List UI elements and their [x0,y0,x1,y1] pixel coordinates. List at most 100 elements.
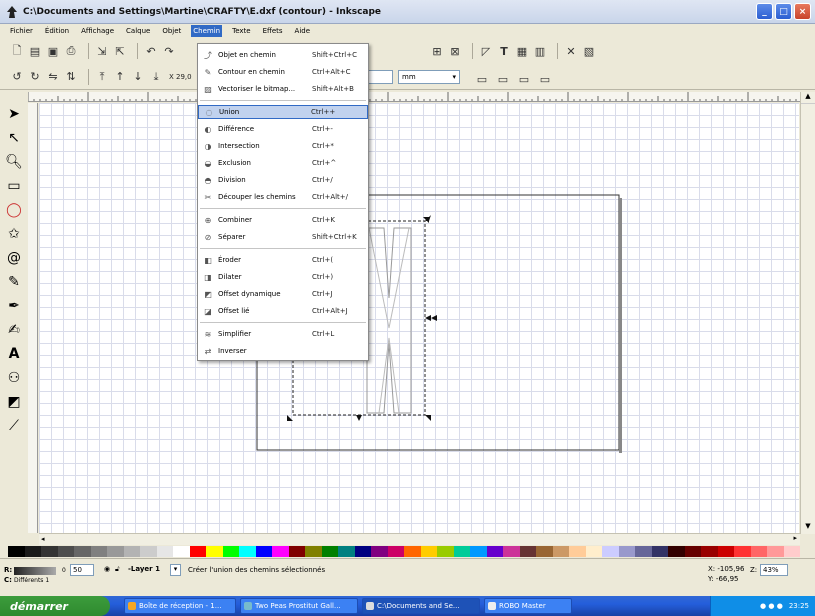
task-browser[interactable]: Two Peas Prostitut Gall... [240,598,358,614]
undo-icon[interactable]: ↶ [144,44,158,58]
chemin-menu-item[interactable]: ≋ Simplifier Ctrl+L [198,327,368,341]
palette-swatch[interactable] [189,546,206,557]
close-button[interactable]: × [794,3,811,20]
task-inkscape[interactable]: C:\Documents and Se... [362,598,480,614]
palette-swatch[interactable] [503,546,520,557]
flip-h-icon[interactable]: ⇋ [46,70,60,84]
palette-swatch[interactable] [107,546,124,557]
palette-swatch[interactable] [173,546,190,557]
menu-aide[interactable]: Aide [293,25,312,37]
menu-chemin[interactable]: Chemin [191,24,223,37]
current-layer[interactable]: -Layer 1 [128,565,160,573]
chemin-menu-item[interactable]: ◨ Dilater Ctrl+) [198,270,368,284]
palette-swatch[interactable] [371,546,388,557]
raise-icon[interactable]: ↑ [113,70,127,84]
chemin-menu-item[interactable]: ◧ Éroder Ctrl+( [198,253,368,267]
palette-swatch[interactable] [668,546,685,557]
pencil-tool-icon[interactable]: ✎ [4,272,24,292]
palette-swatch[interactable] [288,546,305,557]
palette-swatch[interactable] [684,546,701,557]
raise-to-top-icon[interactable]: ⤒ [95,70,109,84]
palette-swatch[interactable] [57,546,74,557]
chemin-menu-item[interactable]: ◩ Offset dynamique Ctrl+J [198,287,368,301]
palette-swatch[interactable] [222,546,239,557]
scale-corners-icon[interactable]: ▭ [496,72,510,86]
chemin-menu-item[interactable]: ⊕ Combiner Ctrl+K [198,213,368,227]
task-outlook[interactable]: Boîte de réception - 1... [124,598,236,614]
stroke-indicator[interactable]: Différents 1 [14,577,49,584]
palette-swatch[interactable] [585,546,602,557]
task-robo-master[interactable]: ROBO Master [484,598,572,614]
layer-lock-icon[interactable]: 🔓︎ [115,565,120,574]
palette-swatch[interactable] [453,546,470,557]
palette-swatch[interactable] [437,546,454,557]
document-properties-icon[interactable]: ▧ [582,44,596,58]
new-document-icon[interactable]: 🗋 [10,44,24,58]
palette-swatch[interactable] [635,546,652,557]
star-tool-icon[interactable]: ✩ [4,224,24,244]
palette-swatch[interactable] [486,546,503,557]
palette-swatch[interactable] [140,546,157,557]
opacity-field[interactable]: 50 [70,564,94,576]
pen-tool-icon[interactable]: ✒ [4,296,24,316]
selector-tool-icon[interactable]: ➤ [4,104,24,124]
redo-icon[interactable]: ↷ [162,44,176,58]
menu-objet[interactable]: Objet [160,25,183,37]
palette-swatch[interactable] [24,546,41,557]
open-icon[interactable]: ▤ [28,44,42,58]
text-tool-icon[interactable]: A [4,344,24,364]
chemin-menu-item[interactable]: ◪ Offset lié Ctrl+Alt+J [198,304,368,318]
palette-swatch[interactable] [701,546,718,557]
palette-swatch[interactable] [8,546,25,557]
drawing-canvas[interactable] [39,103,799,533]
flip-v-icon[interactable]: ⇅ [64,70,78,84]
dropper-tool-icon[interactable]: ⟋ [4,416,24,436]
palette-swatch[interactable] [272,546,289,557]
chemin-menu-item[interactable]: ◒ Exclusion Ctrl+^ [198,156,368,170]
palette-swatch[interactable] [717,546,734,557]
move-gradients-icon[interactable]: ▭ [517,72,531,86]
color-palette[interactable] [8,546,800,557]
rotate-cw-icon[interactable]: ↻ [28,70,42,84]
xml-editor-icon[interactable]: ▦ [515,44,529,58]
ungroup-icon[interactable]: ⊠ [448,44,462,58]
palette-swatch[interactable] [206,546,223,557]
export-icon[interactable]: ⇱ [113,44,127,58]
palette-swatch[interactable] [255,546,272,557]
palette-swatch[interactable] [569,546,586,557]
palette-swatch[interactable] [41,546,58,557]
horizontal-scrollbar[interactable]: ◂ ▸ [39,533,800,545]
palette-swatch[interactable] [552,546,569,557]
palette-swatch[interactable] [404,546,421,557]
chemin-menu-item[interactable]: ⤴ Objet en chemin Shift+Ctrl+C [198,48,368,62]
import-icon[interactable]: ⇲ [95,44,109,58]
chemin-menu-item[interactable]: ✂ Découper les chemins Ctrl+Alt+/ [198,190,368,204]
ellipse-tool-icon[interactable]: ◯ [4,200,24,220]
palette-swatch[interactable] [354,546,371,557]
palette-swatch[interactable] [734,546,751,557]
palette-swatch[interactable] [750,546,767,557]
palette-swatch[interactable] [321,546,338,557]
rotate-ccw-icon[interactable]: ↺ [10,70,24,84]
print-icon[interactable]: ⎙ [64,44,78,58]
palette-swatch[interactable] [156,546,173,557]
group-icon[interactable]: ⊞ [430,44,444,58]
start-button[interactable]: démarrer [0,596,110,616]
palette-swatch[interactable] [90,546,107,557]
tray-icons[interactable]: ● ● ● [760,602,783,610]
palette-swatch[interactable] [239,546,256,557]
chemin-menu-item[interactable]: ▨ Vectoriser le bitmap... Shift+Alt+B [198,82,368,96]
palette-swatch[interactable] [305,546,322,557]
maximize-button[interactable]: □ [775,3,792,20]
palette-swatch[interactable] [767,546,784,557]
palette-swatch[interactable] [602,546,619,557]
palette-swatch[interactable] [420,546,437,557]
palette-swatch[interactable] [74,546,91,557]
chemin-menu-item[interactable]: ✎ Contour en chemin Ctrl+Alt+C [198,65,368,79]
align-icon[interactable]: ▥ [533,44,547,58]
layer-dropdown-icon[interactable]: ▾ [170,564,181,576]
lower-to-bottom-icon[interactable]: ⤓ [149,70,163,84]
save-icon[interactable]: ▣ [46,44,60,58]
preferences-icon[interactable]: ✕ [564,44,578,58]
menu-fichier[interactable]: Fichier [8,25,35,37]
